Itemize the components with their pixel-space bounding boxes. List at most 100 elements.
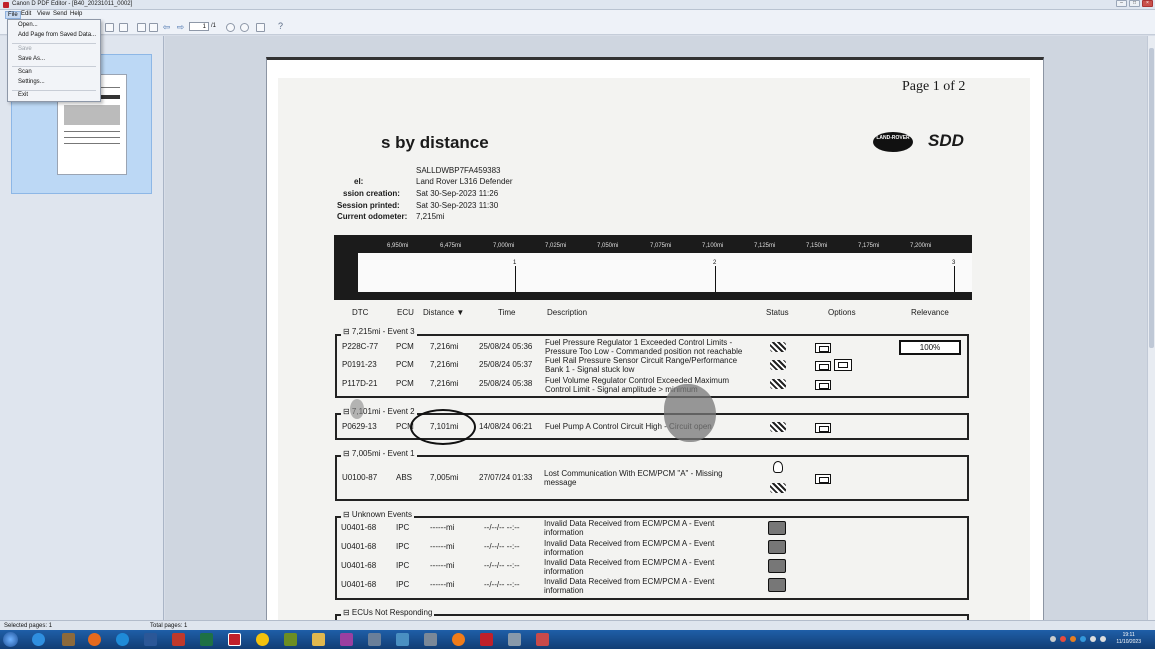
column-time: Time: [498, 308, 516, 317]
status-spanner-icon: [770, 379, 786, 389]
rotate-icon[interactable]: [256, 23, 265, 32]
tray-icon[interactable]: [1080, 636, 1086, 642]
ecu-name: PCM: [396, 342, 414, 351]
time-value: --/--/-- --:--: [484, 561, 520, 570]
distance-value: 7,216mi: [430, 342, 459, 351]
menu-edit[interactable]: Edit: [19, 11, 33, 17]
maximize-button[interactable]: □: [1129, 0, 1140, 7]
browser-icon[interactable]: [32, 633, 45, 646]
app-icon[interactable]: [536, 633, 549, 646]
timeline-event-number: 2: [713, 260, 717, 266]
firefox-icon[interactable]: [88, 633, 101, 646]
column-ecu: ECU: [397, 308, 414, 317]
app-icon[interactable]: [480, 633, 493, 646]
column-status: Status: [766, 308, 789, 317]
event-group-label: ⊟ 7,215mi - Event 3: [341, 327, 417, 336]
menu-item-exit[interactable]: Exit: [18, 92, 28, 98]
option-icon: [815, 380, 831, 390]
zoom-out-icon[interactable]: [226, 23, 235, 32]
ecu-module-icon: [768, 540, 786, 554]
next-page-icon[interactable]: ⇨: [176, 23, 185, 32]
column-dtc: DTC: [352, 308, 369, 317]
description-line: Invalid Data Received from ECM/PCM A - E…: [544, 577, 715, 586]
menu-item-save[interactable]: Save: [18, 46, 32, 52]
dtc-code: P0629-13: [342, 422, 377, 431]
time-value: 25/08/24 05:36: [479, 342, 533, 351]
save-icon[interactable]: [105, 23, 114, 32]
distance-value: ------mi: [430, 580, 455, 589]
menu-item-settings[interactable]: Settings...: [18, 79, 45, 85]
folder-icon[interactable]: [312, 633, 325, 646]
ecu-name: IPC: [396, 523, 410, 532]
vertical-scrollbar[interactable]: [1147, 36, 1155, 620]
canon-pdf-editor-icon[interactable]: [228, 633, 241, 646]
app-icon[interactable]: [452, 633, 465, 646]
start-button[interactable]: [3, 632, 18, 647]
window-controls: – □ ×: [1116, 0, 1153, 7]
file-explorer-icon[interactable]: [62, 633, 75, 646]
total-pages-status: Total pages: 1: [150, 623, 188, 629]
app-icon[interactable]: [284, 633, 297, 646]
print-icon[interactable]: [119, 23, 128, 32]
edge-icon[interactable]: [116, 633, 129, 646]
ecu-name: PCM: [396, 360, 414, 369]
timeline-tick: 7,125mi: [754, 243, 776, 249]
volume-icon[interactable]: [1100, 636, 1106, 642]
dtc-code: U0100-87: [342, 473, 378, 482]
menu-bar: File Edit View Send Help: [0, 10, 1155, 20]
tray-icon[interactable]: [1060, 636, 1066, 642]
app-icon[interactable]: [340, 633, 353, 646]
scrollbar-thumb[interactable]: [1149, 48, 1154, 348]
description-line: Invalid Data Received from ECM/PCM A - E…: [544, 539, 715, 548]
help-icon[interactable]: ?: [278, 21, 283, 31]
timeline-tick: 7,200mi: [910, 243, 932, 249]
previous-page-icon[interactable]: ⇦: [162, 23, 171, 32]
distance-value: ------mi: [430, 523, 455, 532]
app-icon[interactable]: [508, 633, 521, 646]
menu-item-scan[interactable]: Scan: [18, 69, 32, 75]
menu-help[interactable]: Help: [68, 11, 84, 17]
menu-item-open[interactable]: Open...: [18, 22, 38, 28]
tray-icon[interactable]: [1050, 636, 1056, 642]
menu-item-add-page[interactable]: Add Page from Saved Data...: [18, 32, 96, 38]
status-bulb-icon: [773, 461, 783, 473]
close-button[interactable]: ×: [1142, 0, 1153, 7]
session-creation-label: ssion creation:: [343, 189, 400, 198]
menu-item-save-as[interactable]: Save As...: [18, 56, 45, 62]
description-line: Pressure Too Low - Commanded position no…: [545, 347, 743, 356]
status-bar: Selected pages: 1 Total pages: 1: [0, 620, 1155, 630]
ecu-name: PCM: [396, 379, 414, 388]
grid-view-icon[interactable]: [149, 23, 158, 32]
zoom-in-icon[interactable]: [240, 23, 249, 32]
system-clock[interactable]: 19:11 11/10/2023: [1116, 632, 1141, 646]
network-icon[interactable]: [1090, 636, 1096, 642]
ecu-name: IPC: [396, 580, 410, 589]
tray-icon[interactable]: [1070, 636, 1076, 642]
pen-circle-annotation: [410, 409, 476, 445]
menu-view[interactable]: View: [35, 11, 52, 17]
single-page-icon[interactable]: [137, 23, 146, 32]
page-number-input[interactable]: 1: [189, 22, 209, 31]
minimize-button[interactable]: –: [1116, 0, 1127, 7]
sdd-logo: SDD: [928, 131, 964, 150]
app-icon[interactable]: [424, 633, 437, 646]
event-group-label: ⊟ ECUs Not Responding: [341, 608, 435, 617]
distance-value: ------mi: [430, 561, 455, 570]
scan-smudge: [664, 384, 716, 442]
word-icon[interactable]: [144, 633, 157, 646]
description-line: Fuel Rail Pressure Sensor Circuit Range/…: [545, 356, 738, 365]
chrome-icon[interactable]: [256, 633, 269, 646]
dtc-code: U0401-68: [341, 542, 377, 551]
app-icon[interactable]: [368, 633, 381, 646]
ecu-name: IPC: [396, 542, 410, 551]
description-line: information: [544, 548, 584, 557]
time-value: --/--/-- --:--: [484, 580, 520, 589]
excel-icon[interactable]: [200, 633, 213, 646]
dtc-code: P0191-23: [342, 360, 377, 369]
pdf-reader-icon[interactable]: [172, 633, 185, 646]
file-menu-dropdown: Open... Add Page from Saved Data... Save…: [7, 19, 101, 102]
dtc-code: U0401-68: [341, 580, 377, 589]
timeline-track: [358, 253, 972, 292]
app-icon[interactable]: [396, 633, 409, 646]
menu-send[interactable]: Send: [51, 11, 69, 17]
